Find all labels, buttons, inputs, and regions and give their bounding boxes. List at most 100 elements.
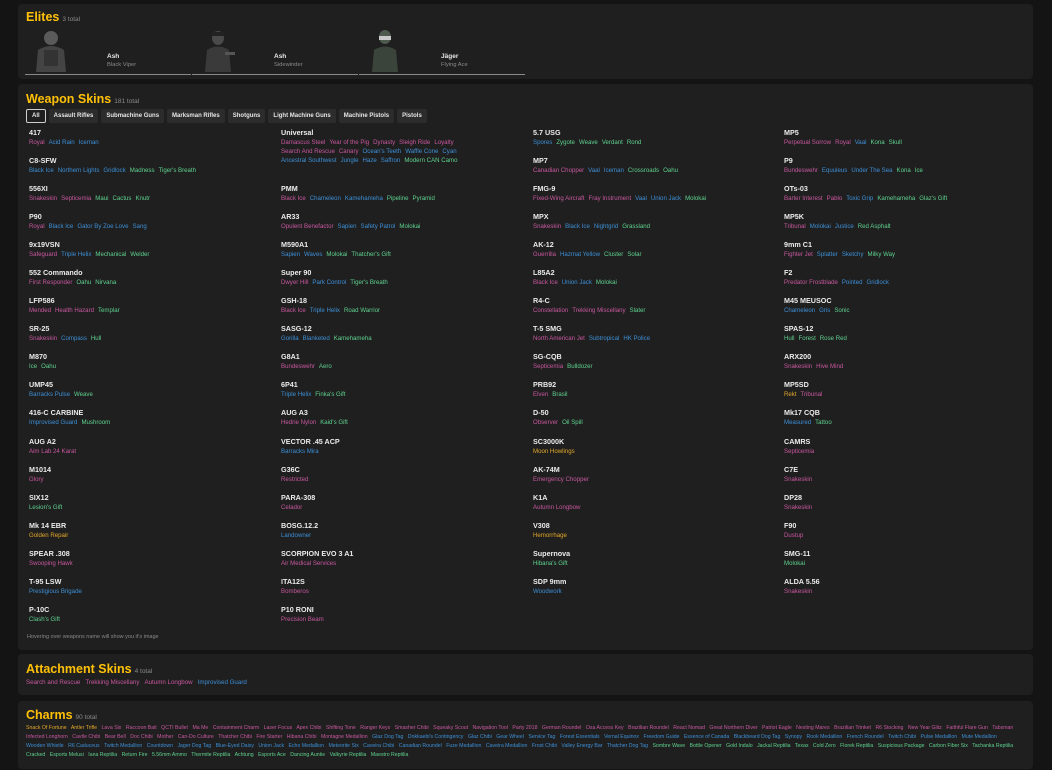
weapon-name[interactable]: SCORPION EVO 3 A1 xyxy=(281,549,521,559)
weapon-name[interactable]: V308 xyxy=(533,521,773,531)
weapon-name[interactable]: FMG-9 xyxy=(533,184,773,194)
weapon-skin: Hive Mind xyxy=(816,363,844,371)
weapon-skin: Kamehameha xyxy=(344,195,383,203)
weapon-entry: DP28 Snakeskin xyxy=(784,493,1024,521)
weapon-name[interactable]: C7E xyxy=(784,465,1024,475)
weapon-name[interactable]: ARX200 xyxy=(784,352,1024,362)
weapon-name[interactable]: M45 MEUSOC xyxy=(784,296,1024,306)
weapon-name[interactable]: VECTOR .45 ACP xyxy=(281,437,521,447)
weapon-name[interactable]: D-50 xyxy=(533,408,773,418)
weapon-name[interactable]: SR-25 xyxy=(29,324,269,334)
weapon-name[interactable]: 556XI xyxy=(29,184,269,194)
weapon-skin: Park Control xyxy=(312,279,347,287)
weapon-skin: Crossroads xyxy=(627,167,660,175)
weapon-entry: CAMRS Septicemia xyxy=(784,437,1024,465)
weapon-name[interactable]: DP28 xyxy=(784,493,1024,503)
weapon-name[interactable]: 552 Commando xyxy=(29,268,269,278)
weapon-name[interactable]: Supernova xyxy=(533,549,773,559)
elite-card[interactable]: Ash Sidewinder xyxy=(192,28,358,75)
charm-item: Essence of Canada xyxy=(683,733,730,740)
weapon-name[interactable]: R4-C xyxy=(533,296,773,306)
weapon-skin-list: Measured Tattoo xyxy=(784,418,1024,427)
weapon-name[interactable]: OTs-03 xyxy=(784,184,1024,194)
weapon-name[interactable]: T-5 SMG xyxy=(533,324,773,334)
weapon-name[interactable]: M590A1 xyxy=(281,240,521,250)
weapon-name[interactable]: ITA12S xyxy=(281,577,521,587)
weapon-name[interactable]: P10 RONI xyxy=(281,605,521,615)
weapon-name[interactable]: 9x19VSN xyxy=(29,240,269,250)
weapon-name[interactable]: G8A1 xyxy=(281,352,521,362)
weapon-name[interactable]: K1A xyxy=(533,493,773,503)
weapon-name[interactable]: T-95 LSW xyxy=(29,577,269,587)
weapon-name[interactable]: G36C xyxy=(281,465,521,475)
tab-submachine-guns[interactable]: Submachine Guns xyxy=(101,109,165,123)
weapon-name[interactable]: UMP45 xyxy=(29,380,269,390)
weapon-name[interactable]: SDP 9mm xyxy=(533,577,773,587)
weapon-name[interactable]: SPEAR .308 xyxy=(29,549,269,559)
weapon-name[interactable]: 6P41 xyxy=(281,380,521,390)
weapon-name[interactable]: P9 xyxy=(784,156,1024,166)
weapon-name[interactable]: F90 xyxy=(784,521,1024,531)
tab-machine-pistols[interactable]: Machine Pistols xyxy=(338,109,395,123)
charm-item: Service Tag xyxy=(528,733,556,740)
weapon-name[interactable]: SASG-12 xyxy=(281,324,521,334)
tab-light-machine-guns[interactable]: Light Machine Guns xyxy=(268,109,336,123)
weapon-name[interactable]: 416-C CARBINE xyxy=(29,408,269,418)
weapon-name[interactable]: SIX12 xyxy=(29,493,269,503)
weapon-name[interactable]: SMG-11 xyxy=(784,549,1024,559)
elite-card[interactable]: Ash Black Viper xyxy=(25,28,191,75)
weapon-name[interactable]: MP5SD xyxy=(784,380,1024,390)
weapon-name[interactable]: AR33 xyxy=(281,212,521,222)
weapon-skin-list: First Responder Oahu Nirvana xyxy=(29,278,269,287)
weapon-name[interactable]: Super 90 xyxy=(281,268,521,278)
weapon-name[interactable]: M1014 xyxy=(29,465,269,475)
weapon-name[interactable]: PMM xyxy=(281,184,521,194)
weapon-name[interactable]: 417 xyxy=(29,128,269,138)
weapon-skin-list: Gorilla Blanketed Kamehameha xyxy=(281,334,521,343)
tab-all[interactable]: All xyxy=(26,109,46,123)
weapon-name[interactable]: P-10C xyxy=(29,605,269,615)
weapon-skin: Mechanical xyxy=(95,251,127,259)
weapon-name[interactable]: MP7 xyxy=(533,156,773,166)
weapon-name[interactable]: CAMRS xyxy=(784,437,1024,447)
weapon-name[interactable]: SPAS-12 xyxy=(784,324,1024,334)
elite-operator: Jäger xyxy=(441,53,459,60)
weapon-name[interactable]: Universal xyxy=(281,128,521,138)
weapon-name[interactable]: PRB92 xyxy=(533,380,773,390)
weapon-name[interactable]: Mk17 CQB xyxy=(784,408,1024,418)
weapon-name[interactable]: LFP586 xyxy=(29,296,269,306)
weapon-name[interactable]: SC3000K xyxy=(533,437,773,447)
weapon-name[interactable]: Mk 14 EBR xyxy=(29,521,269,531)
weapon-name[interactable]: AUG A3 xyxy=(281,408,521,418)
tab-marksman-rifles[interactable]: Marksman Rifles xyxy=(167,109,225,123)
weapon-name[interactable]: MP5 xyxy=(784,128,1024,138)
weapon-skin: Knutr xyxy=(135,195,151,203)
weapon-name[interactable]: L85A2 xyxy=(533,268,773,278)
weapon-name[interactable]: GSH-18 xyxy=(281,296,521,306)
weapon-name[interactable]: ALDA 5.56 xyxy=(784,577,1024,587)
weapon-name[interactable]: M870 xyxy=(29,352,269,362)
weapon-name[interactable]: AK-74M xyxy=(533,465,773,475)
weapon-skin: Compass xyxy=(61,335,87,343)
weapon-name[interactable]: BOSG.12.2 xyxy=(281,521,521,531)
weapon-name[interactable]: F2 xyxy=(784,268,1024,278)
tab-shotguns[interactable]: Shotguns xyxy=(227,109,266,123)
weapon-entry: SDP 9mm Woodwork xyxy=(533,577,773,605)
tab-assault-rifles[interactable]: Assault Rifles xyxy=(48,109,99,123)
weapon-name[interactable]: C8-SFW xyxy=(29,156,269,166)
weapon-name[interactable]: 9mm C1 xyxy=(784,240,1024,250)
weapon-name[interactable]: AK-12 xyxy=(533,240,773,250)
weapon-skin-list: Bomberos xyxy=(281,587,521,596)
weapon-name[interactable]: P90 xyxy=(29,212,269,222)
weapon-name[interactable]: SG-CQB xyxy=(533,352,773,362)
weapon-name[interactable]: PARA-308 xyxy=(281,493,521,503)
weapon-name[interactable]: AUG A2 xyxy=(29,437,269,447)
charm-item: Apex Chibi xyxy=(296,725,322,731)
weapon-name[interactable]: MPX xyxy=(533,212,773,222)
elite-card[interactable]: Jäger Flying Ace xyxy=(359,28,525,75)
weapon-skin: Hemorrhage xyxy=(533,531,567,539)
weapon-name[interactable]: 5.7 USG xyxy=(533,128,773,138)
tab-pistols[interactable]: Pistols xyxy=(397,109,427,123)
weapon-skin: Tiger's Breath xyxy=(158,167,197,175)
weapon-name[interactable]: MP5K xyxy=(784,212,1024,222)
